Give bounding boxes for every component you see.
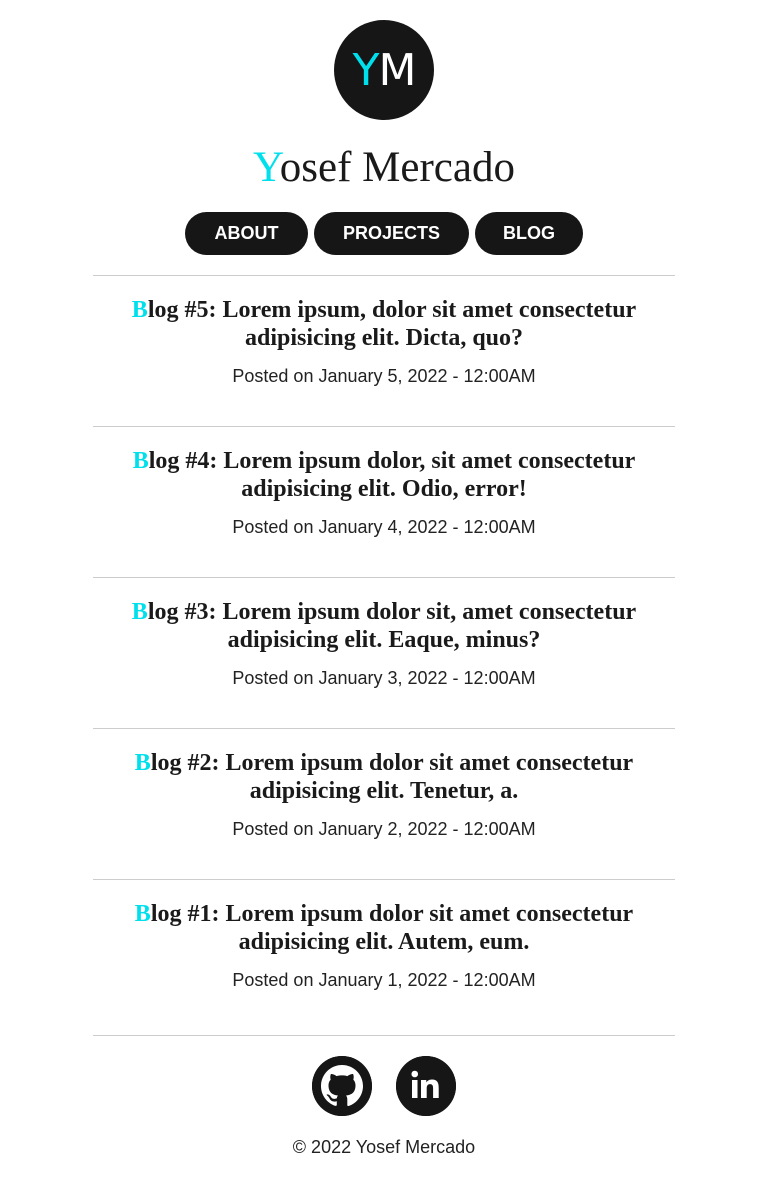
linkedin-link[interactable] [396, 1056, 456, 1116]
post-title-text: log #1: Lorem ipsum dolor sit amet conse… [150, 901, 634, 955]
post-title-first-letter: B [134, 901, 151, 927]
main-nav: ABOUT PROJECTS BLOG [0, 212, 768, 255]
post-meta: Posted on January 4, 2022 - 12:00AM [93, 517, 675, 538]
post-meta-prefix: Posted on [232, 517, 314, 537]
post-meta-prefix: Posted on [232, 819, 314, 839]
nav-about-button[interactable]: ABOUT [185, 212, 308, 255]
post-meta: Posted on January 2, 2022 - 12:00AM [93, 819, 675, 840]
post-date: January 4, 2022 - 12:00AM [318, 517, 536, 537]
post-title-text: log #5: Lorem ipsum, dolor sit amet cons… [147, 297, 637, 351]
post-title-text: log #4: Lorem ipsum dolor, sit amet cons… [148, 448, 636, 502]
nav-blog-button[interactable]: BLOG [475, 212, 583, 255]
post-date: January 2, 2022 - 12:00AM [318, 819, 536, 839]
post-title-first-letter: B [131, 297, 148, 323]
post-meta-prefix: Posted on [232, 668, 314, 688]
post-date: January 5, 2022 - 12:00AM [318, 366, 536, 386]
github-link[interactable] [312, 1056, 372, 1116]
post-meta: Posted on January 1, 2022 - 12:00AM [93, 970, 675, 991]
footer-divider [93, 1035, 675, 1036]
post-title-first-letter: B [131, 599, 148, 625]
post-date: January 1, 2022 - 12:00AM [318, 970, 536, 990]
blog-post-title-link[interactable]: Blog #5: Lorem ipsum, dolor sit amet con… [93, 276, 675, 352]
github-icon [312, 1056, 372, 1116]
post-meta: Posted on January 5, 2022 - 12:00AM [93, 366, 675, 387]
post-meta-prefix: Posted on [232, 970, 314, 990]
logo-initial-m: M [378, 44, 416, 96]
blog-post: Blog #2: Lorem ipsum dolor sit amet cons… [93, 728, 675, 879]
blog-post-title-link[interactable]: Blog #3: Lorem ipsum dolor sit, amet con… [93, 578, 675, 654]
site-logo[interactable]: YM [334, 20, 434, 120]
blog-post: Blog #3: Lorem ipsum dolor sit, amet con… [93, 577, 675, 728]
site-title-first-letter: Y [253, 144, 280, 191]
post-meta: Posted on January 3, 2022 - 12:00AM [93, 668, 675, 689]
blog-post-list: Blog #5: Lorem ipsum, dolor sit amet con… [93, 275, 675, 1030]
site-title: Yosef Mercado [0, 140, 768, 196]
post-title-first-letter: B [134, 750, 151, 776]
linkedin-icon [396, 1056, 456, 1116]
post-title-text: log #2: Lorem ipsum dolor sit amet conse… [150, 750, 634, 804]
post-date: January 3, 2022 - 12:00AM [318, 668, 536, 688]
social-links [0, 1056, 768, 1116]
blog-post: Blog #4: Lorem ipsum dolor, sit amet con… [93, 426, 675, 577]
logo-initial-y: Y [352, 44, 380, 96]
page: YM Yosef Mercado ABOUT PROJECTS BLOG Blo… [0, 0, 768, 1196]
post-meta-prefix: Posted on [232, 366, 314, 386]
site-title-rest: osef Mercado [279, 144, 515, 191]
copyright-text: © 2022 Yosef Mercado [292, 1137, 476, 1157]
blog-post-title-link[interactable]: Blog #2: Lorem ipsum dolor sit amet cons… [93, 729, 675, 805]
blog-post: Blog #5: Lorem ipsum, dolor sit amet con… [93, 275, 675, 426]
nav-projects-button[interactable]: PROJECTS [314, 212, 469, 255]
post-title-text: log #3: Lorem ipsum dolor sit, amet cons… [147, 599, 637, 653]
blog-post: Blog #1: Lorem ipsum dolor sit amet cons… [93, 879, 675, 1030]
blog-post-title-link[interactable]: Blog #4: Lorem ipsum dolor, sit amet con… [93, 427, 675, 503]
blog-post-title-link[interactable]: Blog #1: Lorem ipsum dolor sit amet cons… [93, 880, 675, 956]
post-title-first-letter: B [132, 448, 149, 474]
